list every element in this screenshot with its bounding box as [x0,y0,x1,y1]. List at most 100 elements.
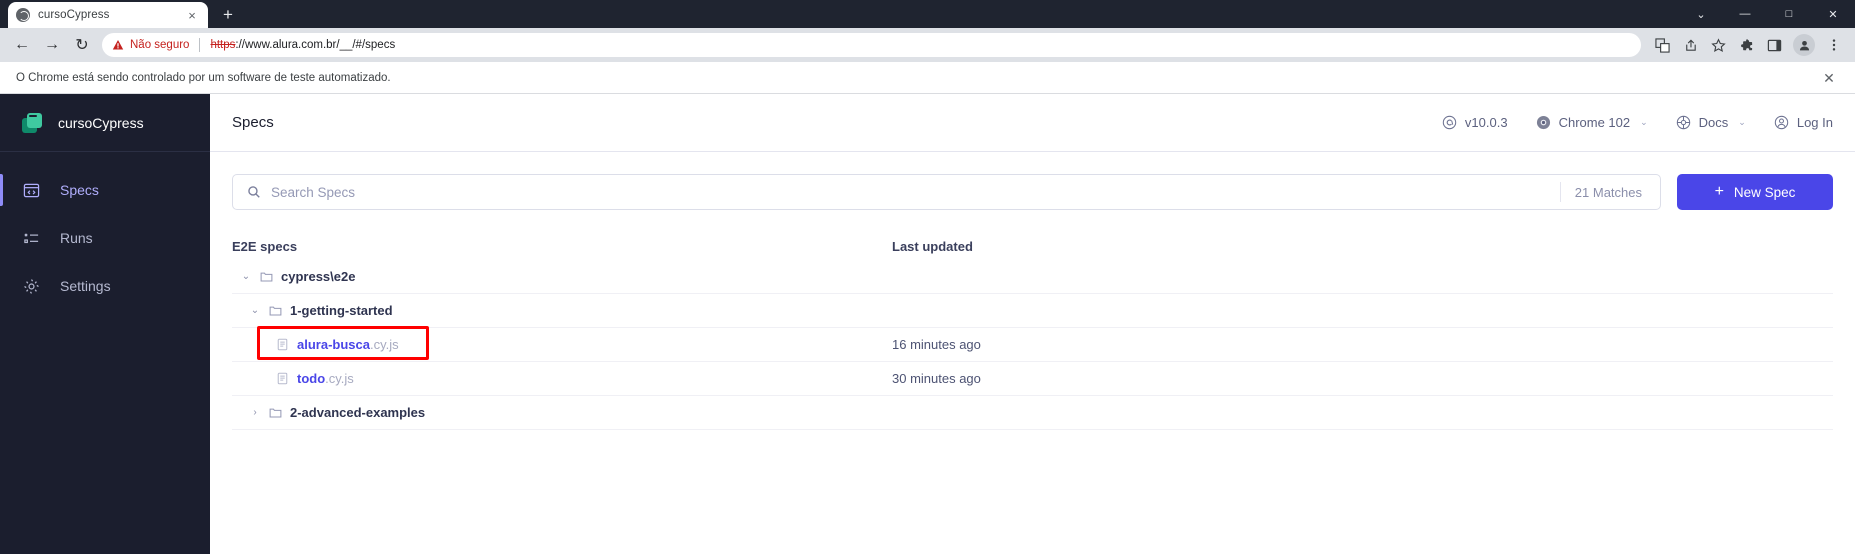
specs-icon [22,181,40,199]
back-icon[interactable]: ← [8,31,36,59]
login-button[interactable]: Log In [1774,115,1833,130]
main-content: Specs v10.0.3 Chrome 102 ⌄ Docs ⌄ Log In… [210,94,1855,554]
bookmark-star-icon[interactable] [1705,32,1731,58]
sidebar-item-label: Specs [60,182,99,198]
file-extension: .cy.js [325,370,354,386]
maximize-button[interactable]: □ [1767,0,1811,28]
automation-message: O Chrome está sendo controlado por um so… [16,71,391,84]
chevron-down-icon[interactable]: ⌄ [240,271,252,282]
warning-triangle-icon [112,39,124,51]
url-protocol: https [210,39,236,51]
reload-icon[interactable]: ↻ [68,31,96,59]
close-window-button[interactable]: ✕ [1811,0,1855,28]
close-icon[interactable]: × [184,7,200,23]
browser-label: Chrome 102 [1558,115,1631,130]
sidebar-item-label: Runs [60,230,93,246]
url-text: https://www.alura.com.br/__/#/specs [210,39,395,51]
table-header: E2E specs Last updated [232,232,1833,260]
file-name: todo [297,370,326,386]
url-rest: ://www.alura.com.br/__/#/specs [235,39,396,51]
spec-cell: ⌄ 1-getting-started [232,303,892,318]
chevron-right-icon[interactable]: › [249,407,261,418]
version-badge[interactable]: v10.0.3 [1442,115,1508,130]
folder-name: 1-getting-started [290,303,393,318]
tab-strip: cursoCypress × + ⌄ — □ ✕ [0,0,1855,28]
sidebar-item-runs[interactable]: Runs [0,214,210,262]
file-name: alura-busca [297,336,370,352]
forward-icon[interactable]: → [38,31,66,59]
new-spec-label: New Spec [1733,184,1796,200]
search-input[interactable] [261,184,1560,200]
search-icon [247,185,261,199]
table-row[interactable]: ⌄ cypress\e2e [232,260,1833,294]
tab-title: cursoCypress [38,9,110,21]
chevron-down-icon[interactable]: ⌄ [1679,0,1723,28]
sidebar: cursoCypress Specs Runs Settings [0,94,210,554]
extensions-puzzle-icon[interactable] [1733,32,1759,58]
spec-cell: ⌄ cypress\e2e [232,269,892,284]
omnibox-divider [199,38,201,52]
browser-tab[interactable]: cursoCypress × [8,2,208,28]
table-row[interactable]: › 2-advanced-examples [232,396,1833,430]
browser-toolbar: ← → ↻ Não seguro https://www.alura.com.b… [0,28,1855,62]
docs-menu[interactable]: Docs ⌄ [1676,115,1746,130]
translate-icon[interactable] [1649,32,1675,58]
folder-name: cypress\e2e [281,269,356,284]
share-icon[interactable] [1677,32,1703,58]
profile-avatar-icon[interactable] [1793,34,1815,56]
file-name-wrapper: alura-busca.cy.js [297,336,399,354]
minimize-button[interactable]: — [1723,0,1767,28]
spec-cell: alura-busca.cy.js [232,336,892,354]
browser-window: cursoCypress × + ⌄ — □ ✕ ← → ↻ Não segur… [0,0,1855,554]
sidebar-item-specs[interactable]: Specs [0,166,210,214]
chrome-icon [1536,115,1551,130]
file-extension: .cy.js [369,336,399,352]
chevron-down-icon: ⌄ [1738,117,1746,127]
header-actions: v10.0.3 Chrome 102 ⌄ Docs ⌄ Log In [1442,115,1833,130]
address-bar[interactable]: Não seguro https://www.alura.com.br/__/#… [102,33,1641,57]
close-icon[interactable]: ✕ [1819,68,1839,88]
search-row: 21 Matches + New Spec [232,174,1833,210]
plus-icon: + [1714,183,1724,200]
window-controls: ⌄ — □ ✕ [1679,0,1855,28]
security-label: Não seguro [130,39,190,51]
project-brand[interactable]: cursoCypress [0,94,210,152]
spec-cell: todo.cy.js [232,370,892,388]
folder-icon [269,406,282,419]
new-spec-button[interactable]: + New Spec [1677,174,1833,210]
automation-infobar: O Chrome está sendo controlado por um so… [0,62,1855,94]
specs-body: 21 Matches + New Spec E2E specs Last upd… [210,152,1855,554]
three-dot-menu-icon[interactable] [1821,32,1847,58]
table-row[interactable]: alura-busca.cy.js 16 minutes ago [232,326,1833,362]
chevron-down-icon[interactable]: ⌄ [249,305,261,316]
file-name-wrapper: todo.cy.js [297,370,354,388]
sidebar-item-label: Settings [60,278,111,294]
sidebar-item-settings[interactable]: Settings [0,262,210,310]
column-header-last-updated: Last updated [892,238,973,254]
cypress-logo-icon [22,112,42,133]
specs-table: E2E specs Last updated ⌄ cypress\e2e ⌄ 1… [232,232,1833,430]
search-container[interactable]: 21 Matches [232,174,1661,210]
file-icon [276,372,289,385]
new-tab-button[interactable]: + [214,2,242,28]
side-panel-icon[interactable] [1761,32,1787,58]
project-name: cursoCypress [58,114,144,131]
chevron-down-icon: ⌄ [1640,117,1648,127]
page-title: Specs [232,114,274,131]
spec-cell: › 2-advanced-examples [232,405,892,420]
sidebar-nav: Specs Runs Settings [0,152,210,310]
cypress-badge-icon [1442,115,1457,130]
table-row[interactable]: todo.cy.js 30 minutes ago [232,362,1833,396]
last-updated-cell: 16 minutes ago [892,337,981,352]
table-row[interactable]: ⌄ 1-getting-started [232,294,1833,328]
folder-icon [260,270,273,283]
cypress-app: cursoCypress Specs Runs Settings Specs v… [0,94,1855,554]
login-label: Log In [1796,115,1833,130]
user-circle-icon [1774,115,1789,130]
docs-label: Docs [1698,115,1729,130]
browser-selector[interactable]: Chrome 102 ⌄ [1536,115,1648,130]
file-icon [276,338,289,351]
version-label: v10.0.3 [1464,115,1508,130]
last-updated-cell: 30 minutes ago [892,371,981,386]
match-count: 21 Matches [1559,182,1656,202]
